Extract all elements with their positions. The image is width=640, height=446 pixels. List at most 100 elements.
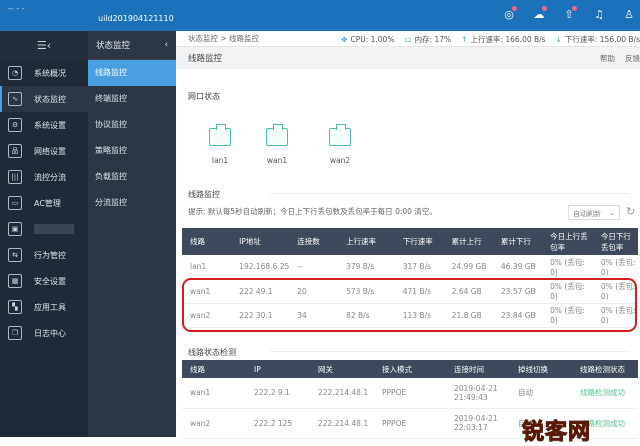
ethernet-port-icon [329,124,351,146]
sidebar-item-label: 系统设置 [34,120,66,130]
port-wan2: wan2 [320,124,360,165]
submenu-item[interactable]: 终端监控 [88,86,176,112]
breadcrumb-text[interactable]: 状态监控 > 线路监控 [188,33,259,44]
page-title: 线路监控 [188,54,223,64]
table-cell: 222.2 9.1 [246,378,310,409]
table-cell: 379 B/s [338,255,395,280]
port-label: lan1 [211,156,229,165]
table-cell: 线路检测成功 [572,378,638,409]
menu-toggle-button[interactable]: ☰‹ [0,31,88,60]
refresh-icon[interactable]: ↻ [626,205,635,218]
column-header: 线路 [182,360,246,378]
top-bar: -- - - uild201904121110 ◎ ☁ ⇧ ♫ ♙ [0,0,640,31]
id-card-icon: ▣ [8,222,22,236]
chevron-down-icon: ⌄ [609,209,615,217]
watermark-logo: 锐客网 [521,420,592,446]
sidebar-item[interactable]: 品 网络设置 [0,138,88,164]
submenu-title: 状态监控 [96,41,131,51]
column-header: 线路 [182,228,232,255]
highlight-annotation [182,278,637,332]
table-cell: 46.39 GB [492,255,543,280]
memory-icon: ▭ [404,34,412,44]
memory-stat: ▭ 内存: 17% [404,34,452,44]
sidebar-item[interactable]: ❐ 日志中心 [0,320,88,346]
sidebar-item-label: 流控分流 [34,172,66,182]
table-row: wan1 222.2 9.1 222.214.48.1 PPPOE 2019-04-21… [182,378,638,409]
sidebar-item-label: 日志中心 [34,328,66,338]
download-stat: ↓ 下行速率: 156.00 B/s [555,34,640,44]
submenu-item[interactable]: 策略监控 [88,138,176,164]
sidebar-item[interactable]: ▣ [0,216,88,242]
sidebar-item-label: 网络设置 [34,146,66,156]
user-icon[interactable]: ♙ [622,8,636,22]
sidebar-item[interactable]: ∿ 状态监控 [0,86,88,112]
feedback-link[interactable]: 反馈 [625,53,640,64]
sub-sidebar: 状态监控 ‹ 线路监控 终端监控 协议监控 策略监控 负载监控 分流监控 [88,31,176,437]
firewall-icon: ▦ [8,274,22,288]
column-header: 累计下行 [492,228,543,255]
detect-section-title: 线路状态检测 [188,348,236,357]
cpu-stat: ✥ CPU: 1.00% [341,34,395,44]
upload-stat: ↑ 上行速率: 166.00 B/s [461,34,546,44]
column-header: 连接时间 [446,360,510,378]
column-header: 累计上行 [443,228,493,255]
column-header: 连接数 [289,228,339,255]
sidebar-item[interactable]: ▭ AC管理 [0,190,88,216]
collapse-icon[interactable]: ‹ [165,40,168,50]
sidebar-item[interactable]: ⚙ 系统设置 [0,112,88,138]
sidebar-item[interactable]: ◔ 系统概况 [0,60,88,86]
port-label: wan1 [266,156,288,165]
column-header: 掉线切换 [510,360,572,378]
column-header: IP地址 [231,228,290,255]
table-cell: lan1 [182,255,232,280]
monitor-section-title: 线路监控 [188,190,220,199]
submenu-item[interactable]: 负载监控 [88,164,176,190]
table-cell: 222.214.48.1 [310,408,374,439]
sidebar-item-label: 系统概况 [34,68,66,78]
breadcrumb: 状态监控 > 线路监控 ✥ CPU: 1.00% ▭ 内存: 17% ↑ 上行速率: … [176,31,640,47]
ac-icon: ▭ [8,196,22,210]
bell-icon[interactable]: ♫ [592,8,606,22]
table-cell: 317 B/s [394,255,444,280]
refresh-hint: 提示: 默认每5秒自动刷新；今日上下行丢包数及丢包率于每日 0:00 清空。 [188,207,437,216]
table-cell: 2019-04-21 22:03:17 [446,408,510,439]
table-cell: 222.2 125 [246,408,310,439]
refresh-select[interactable]: 自动刷新 ⌄ [568,205,620,220]
column-header: 今日下行丢包率 [592,228,638,255]
submenu-item[interactable]: 线路监控 [88,60,176,86]
column-header: 网关 [310,360,374,378]
monitor-icon: ∿ [8,92,22,106]
column-header: 今日上行丢包率 [542,228,593,255]
ports-section-title: 网口状态 [188,92,220,101]
gear-icon: ⚙ [8,118,22,132]
sidebar-item[interactable]: ||| 流控分流 [0,164,88,190]
cloud-icon[interactable]: ☁ [532,6,547,22]
compass-icon[interactable]: ◎ [502,6,517,22]
sidebar-item[interactable]: ▚ 应用工具 [0,294,88,320]
submenu-item[interactable]: 分流监控 [88,190,176,216]
port-lan1: lan1 [200,124,240,165]
table-cell: 192.168.6.25 [231,255,290,280]
table-cell: 2019-04-21 21:49:43 [446,378,510,409]
table-cell: 自动 [510,378,572,409]
column-header: 线路检测状态 [572,360,638,378]
upgrade-icon[interactable]: ⇧ [562,6,577,22]
device-name: uild201904121110 [98,14,174,23]
table-cell: wan2 [182,408,246,439]
log-icon: ❐ [8,326,22,340]
dashboard-icon: ◔ [8,66,22,80]
ethernet-port-icon [209,124,231,146]
sidebar-item[interactable]: ▦ 安全设置 [0,268,88,294]
submenu-item[interactable]: 协议监控 [88,112,176,138]
sidebar-item-label: 安全设置 [34,276,66,286]
brand-logo: -- - - [8,4,25,13]
column-header: 下行速率 [394,228,444,255]
help-link[interactable]: 帮助 [600,53,615,64]
page-title-bar: 线路监控 帮助 反馈 [176,47,640,69]
table-cell: 0% (丢包: 0) [592,255,638,280]
sidebar-item[interactable]: ⇆ 行为管控 [0,242,88,268]
column-header: 接入模式 [374,360,446,378]
table-cell: PPPOE [374,378,446,409]
column-header: 上行速率 [338,228,395,255]
table-cell: wan1 [182,378,246,409]
